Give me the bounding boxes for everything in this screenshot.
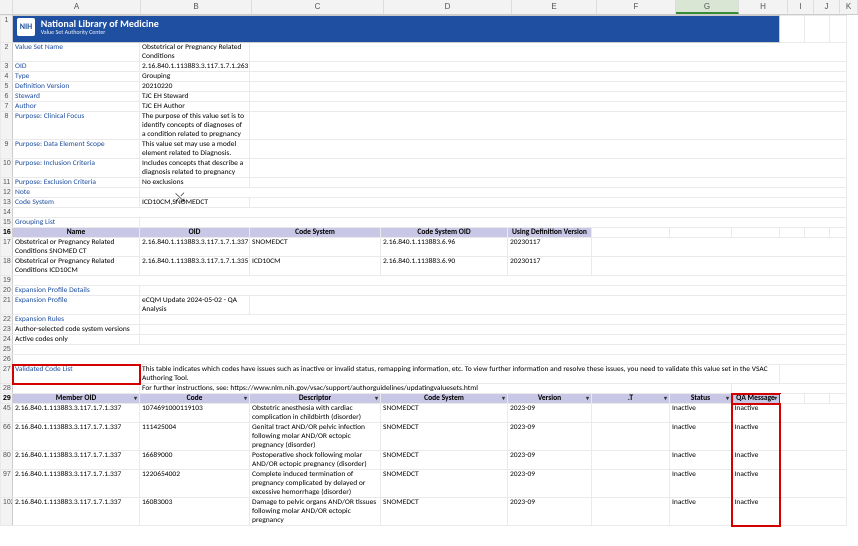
value-def-ver: 20210220 <box>140 82 250 92</box>
table-row[interactable]: 452.16.840.1.113883.3.117.1.7.1.33710746… <box>1 404 847 423</box>
label-purpose-des: Purpose: Data Element Scope <box>13 140 140 159</box>
hdr-descriptor: Descriptor <box>250 394 381 404</box>
validated-note: This table indicates which codes have is… <box>140 365 780 384</box>
label-purpose-inc: Purpose: Inclusion Criteria <box>13 159 140 178</box>
label-purpose-cf: Purpose: Clinical Focus <box>13 112 140 140</box>
grouping-header-row: 16 Name OID Code System Code System OID … <box>1 228 847 238</box>
value-purpose-cf: The purpose of this value set is to iden… <box>140 112 250 140</box>
banner-subtitle: Value Set Authority Center <box>41 29 159 35</box>
hdr-udv: Using Definition Version <box>508 228 592 238</box>
hdr-status: Status <box>670 394 732 404</box>
value-steward: TJC EH Steward <box>140 92 250 102</box>
section-validated-code-list: Validated Code List <box>13 365 140 384</box>
table-row[interactable]: 17Obstetrical or Pregnancy Related Condi… <box>1 238 847 257</box>
table-row[interactable]: 972.16.840.1.113883.3.117.1.7.1.33712206… <box>1 470 847 498</box>
column-headers[interactable]: ABCDEFGHIJK <box>0 0 858 15</box>
label-code-system: Code System <box>13 198 140 208</box>
label-oid: OID <box>13 62 140 72</box>
label-purpose-exc: Purpose: Exclusion Criteria <box>13 178 140 188</box>
rule-2: Active codes only <box>13 335 140 345</box>
section-expansion-details: Expansion Profile Details <box>13 286 140 296</box>
col-header-I[interactable]: I <box>788 0 814 14</box>
table-row[interactable]: 1022.16.840.1.113883.3.117.1.7.1.3371608… <box>1 498 847 526</box>
rule-1: Author-selected code system versions <box>13 325 140 335</box>
hdr-tty: .T <box>592 394 670 404</box>
value-purpose-exc: No exclusions <box>140 178 250 188</box>
section-grouping-list: Grouping List <box>13 218 140 228</box>
hdr-oid: OID <box>140 228 250 238</box>
col-header-G[interactable]: G <box>676 0 739 14</box>
hdr-name: Name <box>13 228 140 238</box>
hdr-qa-message: QA Message <box>732 394 780 404</box>
col-header-J[interactable]: J <box>814 0 840 14</box>
value-code-system: ICD10CM,SNOMEDCT <box>140 198 250 208</box>
col-header-D[interactable]: D <box>384 0 512 14</box>
value-type: Grouping <box>140 72 250 82</box>
table-row[interactable]: 18Obstetrical or Pregnancy Related Condi… <box>1 257 847 276</box>
nih-banner: NIH National Library of MedicineValue Se… <box>13 16 779 42</box>
col-header-H[interactable]: H <box>739 0 788 14</box>
hdr-version: Version <box>508 394 592 404</box>
label-steward: Steward <box>13 92 140 102</box>
hdr-code: Code <box>140 394 250 404</box>
label-def-ver: Definition Version <box>13 82 140 92</box>
value-author: TJC EH Author <box>140 102 250 112</box>
value-set-name: Obstetrical or Pregnancy Related Conditi… <box>140 43 250 62</box>
hdr-cs-oid: Code System OID <box>381 228 508 238</box>
col-header-C[interactable]: C <box>252 0 384 14</box>
hdr-code-system: Code System <box>381 394 508 404</box>
label-expansion-rules: Expansion Rules <box>13 315 140 325</box>
col-header-corner[interactable] <box>0 0 13 14</box>
label-type: Type <box>13 72 140 82</box>
col-header-A[interactable]: A <box>13 0 141 14</box>
value-expansion-profile: eCQM Update 2024-05-02 - QA Analysis <box>140 296 250 315</box>
hdr-member-oid: Member OID <box>13 394 140 404</box>
validated-header-row[interactable]: 29 Member OID Code Descriptor Code Syste… <box>1 394 847 404</box>
label-expansion-profile: Expansion Profile <box>13 296 140 315</box>
nih-logo: NIH <box>17 18 35 36</box>
grid[interactable]: 1 NIH National Library of MedicineValue … <box>0 15 847 527</box>
label-value-set-name: Value Set Name <box>13 43 140 62</box>
label-note: Note <box>13 188 140 198</box>
label-author: Author <box>13 102 140 112</box>
table-row[interactable]: 802.16.840.1.113883.3.117.1.7.1.33716689… <box>1 451 847 470</box>
value-purpose-des: This value set may use a model element r… <box>140 140 250 159</box>
table-row[interactable]: 662.16.840.1.113883.3.117.1.7.1.33711142… <box>1 423 847 451</box>
col-header-E[interactable]: E <box>512 0 597 14</box>
col-header-B[interactable]: B <box>141 0 252 14</box>
value-purpose-inc: Includes concepts that describe a diagno… <box>140 159 250 178</box>
spreadsheet: ABCDEFGHIJK 1 NIH National Library of Me… <box>0 0 858 546</box>
col-header-K[interactable]: K <box>840 0 858 14</box>
value-oid: 2.16.840.1.113883.3.117.1.7.1.263 <box>140 62 250 72</box>
validated-note2: For further instructions, see: https://w… <box>140 384 732 394</box>
col-header-F[interactable]: F <box>597 0 676 14</box>
hdr-cs: Code System <box>250 228 381 238</box>
